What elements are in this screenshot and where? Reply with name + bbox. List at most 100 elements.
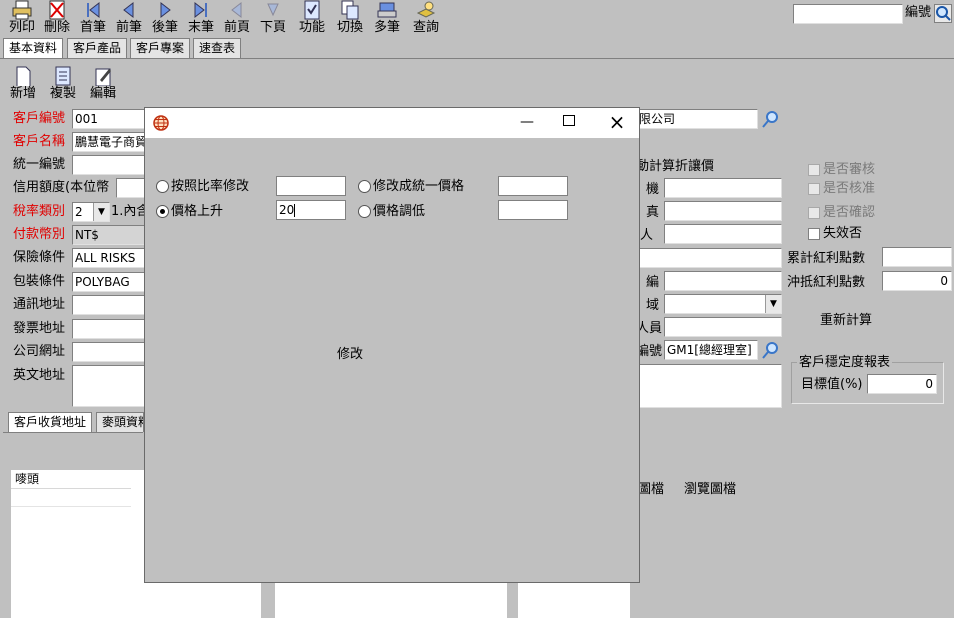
- delete-button[interactable]: 刪除: [37, 0, 77, 38]
- auto-calc-label: 動計算折讓價: [636, 159, 715, 174]
- table-row[interactable]: [11, 489, 131, 507]
- audit-label: 是否審核: [823, 162, 876, 177]
- chevron-down-icon[interactable]: ▼: [93, 203, 109, 221]
- remark-input[interactable]: [636, 364, 782, 408]
- website-input[interactable]: [72, 342, 152, 362]
- invalid-checkbox[interactable]: [808, 228, 820, 240]
- price-raise-label: 價格上升: [171, 204, 224, 219]
- ratio-input[interactable]: [276, 176, 346, 196]
- tax-id-label: 統一編號: [13, 157, 66, 172]
- unify-price-label: 修改成統一價格: [373, 179, 465, 194]
- staff-input[interactable]: [664, 317, 782, 337]
- approve-checkbox[interactable]: [808, 183, 820, 195]
- phone-label: 機: [646, 182, 660, 197]
- browse-image-button[interactable]: 瀏覽圖檔: [684, 481, 736, 499]
- prev-record-button[interactable]: 前筆: [109, 0, 149, 38]
- accum-bonus-input[interactable]: [882, 247, 952, 267]
- invoice-address-input[interactable]: [72, 319, 152, 339]
- tab-divider: [0, 58, 954, 59]
- prev-page-icon: [231, 1, 242, 19]
- printer-icon: [12, 0, 32, 20]
- tab-basic-info[interactable]: 基本資料: [3, 38, 64, 58]
- multi-record-icon: [377, 2, 397, 18]
- zip-label: 編: [646, 275, 660, 290]
- customer-code-label: 客戶編號: [13, 111, 66, 126]
- tax-type-label: 稅率類別: [13, 204, 66, 219]
- packing-input[interactable]: POLYBAG: [72, 272, 152, 292]
- code-label: 編號: [905, 5, 932, 20]
- email-input[interactable]: [636, 248, 782, 268]
- currency-input[interactable]: NT$: [72, 225, 152, 245]
- chevron-down-icon[interactable]: ▼: [765, 295, 781, 313]
- maximize-button[interactable]: [563, 115, 575, 126]
- price-lower-input[interactable]: [498, 200, 568, 220]
- next-page-icon: [267, 3, 279, 17]
- mail-address-input[interactable]: [72, 295, 152, 315]
- last-record-button[interactable]: 末筆: [181, 0, 221, 38]
- ratio-radio[interactable]: [156, 180, 169, 193]
- company-search-button[interactable]: [760, 110, 780, 130]
- edit-button[interactable]: 編輯: [85, 66, 121, 104]
- english-address-input[interactable]: [72, 365, 152, 407]
- tab-customer-products[interactable]: 客戶產品: [67, 38, 128, 58]
- price-lower-label: 價格調低: [373, 204, 426, 219]
- recalc-button[interactable]: 重新計算: [820, 312, 872, 330]
- next-record-button[interactable]: 後筆: [145, 0, 185, 38]
- fax-label: 真: [646, 205, 660, 220]
- phone-input[interactable]: [664, 178, 782, 198]
- tax-type-select[interactable]: 2 ▼: [72, 202, 110, 222]
- print-button[interactable]: 列印: [2, 0, 42, 38]
- insurance-input[interactable]: ALL RISKS: [72, 248, 152, 268]
- function-icon: [304, 0, 320, 20]
- next-icon: [160, 1, 171, 19]
- unify-price-radio[interactable]: [358, 180, 371, 193]
- mark-grid-header: 嘜頭: [11, 470, 131, 489]
- staff-search-button[interactable]: [760, 341, 780, 361]
- price-raise-input[interactable]: 20: [276, 200, 346, 220]
- customer-name-input[interactable]: 鵬慧電子商貿: [72, 132, 152, 152]
- price-raise-radio[interactable]: [156, 205, 169, 218]
- insurance-label: 保險條件: [13, 250, 66, 265]
- text-cursor: [294, 204, 296, 217]
- offset-bonus-input[interactable]: 0: [882, 271, 952, 291]
- next-page-button[interactable]: 下頁: [253, 0, 293, 38]
- unify-price-input[interactable]: [498, 176, 568, 196]
- tab-customer-projects[interactable]: 客戶專案: [130, 38, 191, 58]
- first-record-button[interactable]: 首筆: [73, 0, 113, 38]
- tax-id-input[interactable]: [72, 155, 152, 175]
- prev-page-button[interactable]: 前頁: [217, 0, 257, 38]
- function-button[interactable]: 功能: [292, 0, 332, 38]
- minimize-button[interactable]: —: [517, 114, 537, 130]
- price-modify-dialog: — × 按照比率修改 修改成統一價格 價格上升 20 價格調低 修改: [144, 107, 640, 583]
- region-select[interactable]: ▼: [664, 294, 782, 314]
- globe-icon: [153, 115, 169, 131]
- confirm-checkbox[interactable]: [808, 207, 820, 219]
- modify-button[interactable]: 修改: [337, 346, 363, 364]
- contact-label: 人: [640, 228, 654, 243]
- code-search-input[interactable]: [793, 4, 903, 24]
- price-lower-radio[interactable]: [358, 205, 371, 218]
- new-button[interactable]: 新增: [5, 66, 41, 104]
- target-value-input[interactable]: 0: [867, 374, 937, 394]
- code-search-button[interactable]: [934, 4, 952, 23]
- staff-code-input[interactable]: GM1[總經理室]: [664, 340, 758, 360]
- switch-button[interactable]: 切換: [330, 0, 370, 38]
- contact-input[interactable]: [664, 224, 782, 244]
- close-button[interactable]: ×: [607, 110, 627, 134]
- ratio-label: 按照比率修改: [171, 179, 250, 194]
- zip-input[interactable]: [664, 271, 782, 291]
- tab-ship-address[interactable]: 客戶收貨地址: [8, 412, 93, 432]
- customer-code-input[interactable]: 001: [72, 109, 152, 129]
- tab-mark-data[interactable]: 麥頭資料: [96, 412, 144, 432]
- company-name-en-input[interactable]: 限公司: [636, 109, 758, 129]
- fax-input[interactable]: [664, 201, 782, 221]
- accum-bonus-label: 累計紅利點數: [787, 251, 866, 266]
- audit-checkbox[interactable]: [808, 164, 820, 176]
- copy-icon: [55, 66, 71, 86]
- offset-bonus-label: 沖抵紅利點數: [787, 275, 866, 290]
- copy-button[interactable]: 複製: [45, 66, 81, 104]
- multi-button[interactable]: 多筆: [367, 0, 407, 38]
- query-button[interactable]: 查詢: [406, 0, 446, 38]
- target-value-label: 目標值(%): [801, 377, 863, 392]
- tab-quick-lookup[interactable]: 速查表: [193, 38, 242, 58]
